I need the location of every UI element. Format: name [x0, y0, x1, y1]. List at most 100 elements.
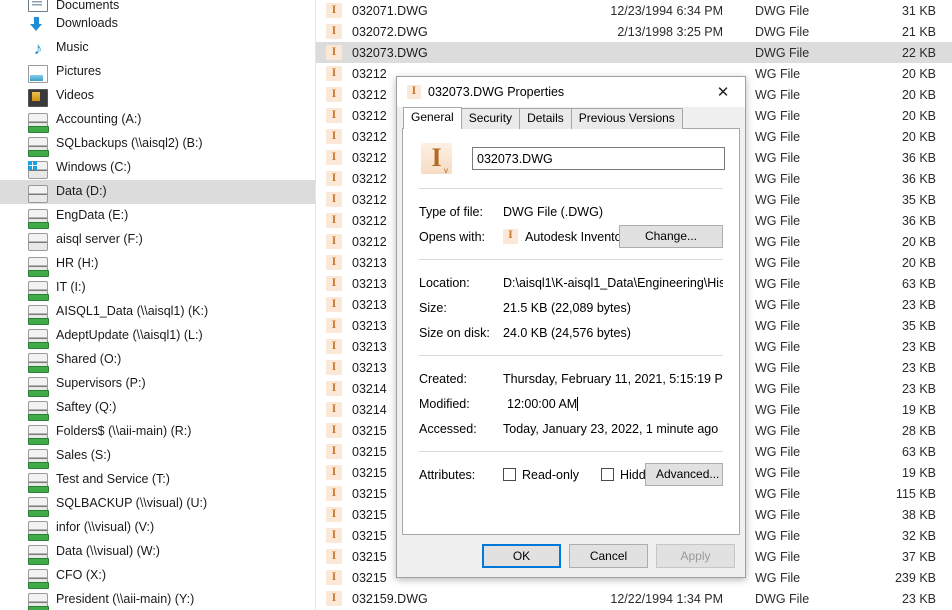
dialog-title-bar[interactable]: 032073.DWG Properties ✕ — [397, 77, 745, 107]
network-drive-icon — [28, 568, 49, 589]
sidebar-item-folders-aii-main-r[interactable]: Folders$ (\\aii-main) (R:) — [0, 420, 316, 445]
sidebar-item-music[interactable]: ♪ Music — [0, 36, 316, 60]
sidebar-item-documents[interactable]: Documents — [0, 0, 316, 12]
file-type-cell: DWG File — [755, 591, 810, 606]
advanced-button[interactable]: Advanced... — [645, 463, 723, 486]
readonly-checkbox-wrap[interactable]: Read-only — [503, 468, 579, 482]
cancel-button[interactable]: Cancel — [569, 544, 648, 568]
timestamps-block: Created: Thursday, February 11, 2021, 5:… — [417, 356, 725, 451]
sidebar-item-adeptupdate-aisql1-l[interactable]: AdeptUpdate (\\aisql1) (L:) — [0, 324, 316, 349]
dwg-file-icon — [326, 23, 342, 39]
file-size-cell: 22 KB — [901, 45, 936, 60]
sidebar-item-accounting-a[interactable]: Accounting (A:) — [0, 108, 316, 133]
network-drive-icon — [28, 208, 49, 229]
dwg-file-icon — [326, 422, 342, 438]
file-name-cell: 032071.DWG — [352, 3, 428, 18]
sidebar-item-downloads[interactable]: Downloads — [0, 12, 316, 36]
sidebar-item-sqlbackup-visual-u[interactable]: SQLBACKUP (\\visual) (U:) — [0, 492, 316, 517]
readonly-checkbox[interactable] — [503, 468, 516, 481]
dwg-file-icon — [326, 191, 342, 207]
sidebar-item-label: Accounting (A:) — [56, 112, 142, 127]
attributes-row: Attributes: Read-only Hidden Advanced... — [419, 462, 723, 487]
network-drive-icon — [28, 328, 49, 349]
apply-button[interactable]: Apply — [656, 544, 735, 568]
dwg-file-icon — [326, 506, 342, 522]
network-drive-icon — [28, 352, 49, 373]
sidebar-item-pictures[interactable]: Pictures — [0, 60, 316, 84]
network-drive-icon — [28, 520, 49, 541]
dialog-title: 032073.DWG Properties — [428, 85, 565, 99]
network-drive-icon — [28, 424, 49, 445]
dwg-file-icon — [326, 275, 342, 291]
close-icon[interactable]: ✕ — [701, 77, 745, 107]
tab-details[interactable]: Details — [519, 108, 572, 129]
modified-row: Modified: 12:00:00 AM — [419, 391, 723, 416]
modified-value[interactable]: 12:00:00 AM — [503, 396, 579, 411]
location-value: D:\aisql1\K-aisql1_Data\Engineering\Hist… — [503, 275, 723, 290]
ok-button[interactable]: OK — [482, 544, 561, 568]
sidebar-item-engdata-e[interactable]: EngData (E:) — [0, 204, 316, 229]
attributes-label: Attributes: — [419, 467, 476, 482]
dwg-file-icon — [326, 443, 342, 459]
type-of-file-label: Type of file: — [419, 204, 483, 219]
sidebar-item-label: Videos — [56, 88, 94, 103]
sidebar-item-saftey-q[interactable]: Saftey (Q:) — [0, 396, 316, 421]
downloads-icon — [28, 16, 48, 35]
explorer-window: Documents Downloads ♪ Music Pictures Videos Ac… — [0, 0, 952, 610]
table-row[interactable]: 032073.DWG DWG File 22 KB — [316, 42, 952, 63]
sidebar-item-label: Music — [56, 40, 89, 55]
sidebar-item-label: AISQL1_Data (\\aisql1) (K:) — [56, 304, 209, 319]
file-size-cell: 63 KB — [901, 444, 936, 459]
sidebar-item-data-visual-w[interactable]: Data (\\visual) (W:) — [0, 540, 316, 565]
table-row[interactable]: 032071.DWG 12/23/1994 6:34 PM DWG File 31 K… — [316, 0, 952, 21]
sidebar-item-hr-h[interactable]: HR (H:) — [0, 252, 316, 277]
dwg-file-icon — [326, 527, 342, 543]
dwg-file-icon — [326, 464, 342, 480]
sidebar-item-infor-visual-v[interactable]: infor (\\visual) (V:) — [0, 516, 316, 541]
file-size-cell: 115 KB — [895, 486, 936, 501]
sidebar-item-label: aisql server (F:) — [56, 232, 143, 247]
file-size-cell: 239 KB — [894, 570, 936, 585]
file-size-cell: 23 KB — [901, 297, 936, 312]
dwg-file-icon — [407, 83, 421, 99]
dwg-file-icon — [326, 86, 342, 102]
dwg-file-icon — [326, 128, 342, 144]
table-row[interactable]: 032159.DWG 12/22/1994 1:34 PM DWG File 23 K… — [316, 588, 952, 609]
file-date-cell: 2/13/1998 3:25 PM — [617, 24, 723, 39]
file-size-cell: 32 KB — [901, 528, 936, 543]
location-row: Location: D:\aisql1\K-aisql1_Data\Engine… — [419, 270, 723, 295]
dwg-file-icon — [326, 548, 342, 564]
sidebar-item-president-aii-main-y[interactable]: President (\\aii-main) (Y:) — [0, 588, 316, 610]
accessed-label: Accessed: — [419, 421, 477, 436]
sidebar-item-sqlbackups-aisql2-b[interactable]: SQLbackups (\\aisql2) (B:) — [0, 132, 316, 157]
sidebar-item-sales-s[interactable]: Sales (S:) — [0, 444, 316, 469]
sidebar-item-windows-c[interactable]: Windows (C:) — [0, 156, 316, 180]
hidden-checkbox[interactable] — [600, 468, 614, 481]
file-size-cell: 35 KB — [901, 192, 936, 207]
sidebar-item-test-and-service-t[interactable]: Test and Service (T:) — [0, 468, 316, 493]
sidebar-item-cfo-x[interactable]: CFO (X:) — [0, 564, 316, 589]
dwg-file-icon — [326, 359, 342, 375]
created-value: Thursday, February 11, 2021, 5:15:19 PM — [503, 371, 723, 386]
sidebar-item-aisql-server-f[interactable]: aisql server (F:) — [0, 228, 316, 252]
change-button[interactable]: Change... — [619, 225, 723, 248]
sidebar-item-aisql1-data-aisql1-k[interactable]: AISQL1_Data (\\aisql1) (K:) — [0, 300, 316, 325]
sidebar-item-videos[interactable]: Videos — [0, 84, 316, 108]
sidebar-item-shared-o[interactable]: Shared (O:) — [0, 348, 316, 373]
file-size-cell: 20 KB — [901, 129, 936, 144]
dwg-file-icon — [326, 2, 342, 18]
local-drive-icon — [28, 184, 48, 203]
properties-dialog: 032073.DWG Properties ✕ GeneralSecurityD… — [396, 76, 746, 578]
file-name-row — [417, 143, 725, 175]
sidebar-item-data-d[interactable]: Data (D:) — [0, 180, 316, 204]
tab-previous-versions[interactable]: Previous Versions — [570, 108, 683, 129]
sidebar-item-it-i[interactable]: IT (I:) — [0, 276, 316, 301]
sidebar-item-label: Documents — [56, 0, 120, 12]
file-name-input[interactable] — [472, 147, 725, 170]
tab-security[interactable]: Security — [460, 108, 521, 129]
dwg-file-icon — [326, 212, 342, 228]
dwg-file-icon — [326, 296, 342, 312]
tab-general[interactable]: General — [403, 107, 462, 129]
table-row[interactable]: 032072.DWG 2/13/1998 3:25 PM DWG File 21 KB — [316, 21, 952, 42]
sidebar-item-supervisors-p[interactable]: Supervisors (P:) — [0, 372, 316, 397]
